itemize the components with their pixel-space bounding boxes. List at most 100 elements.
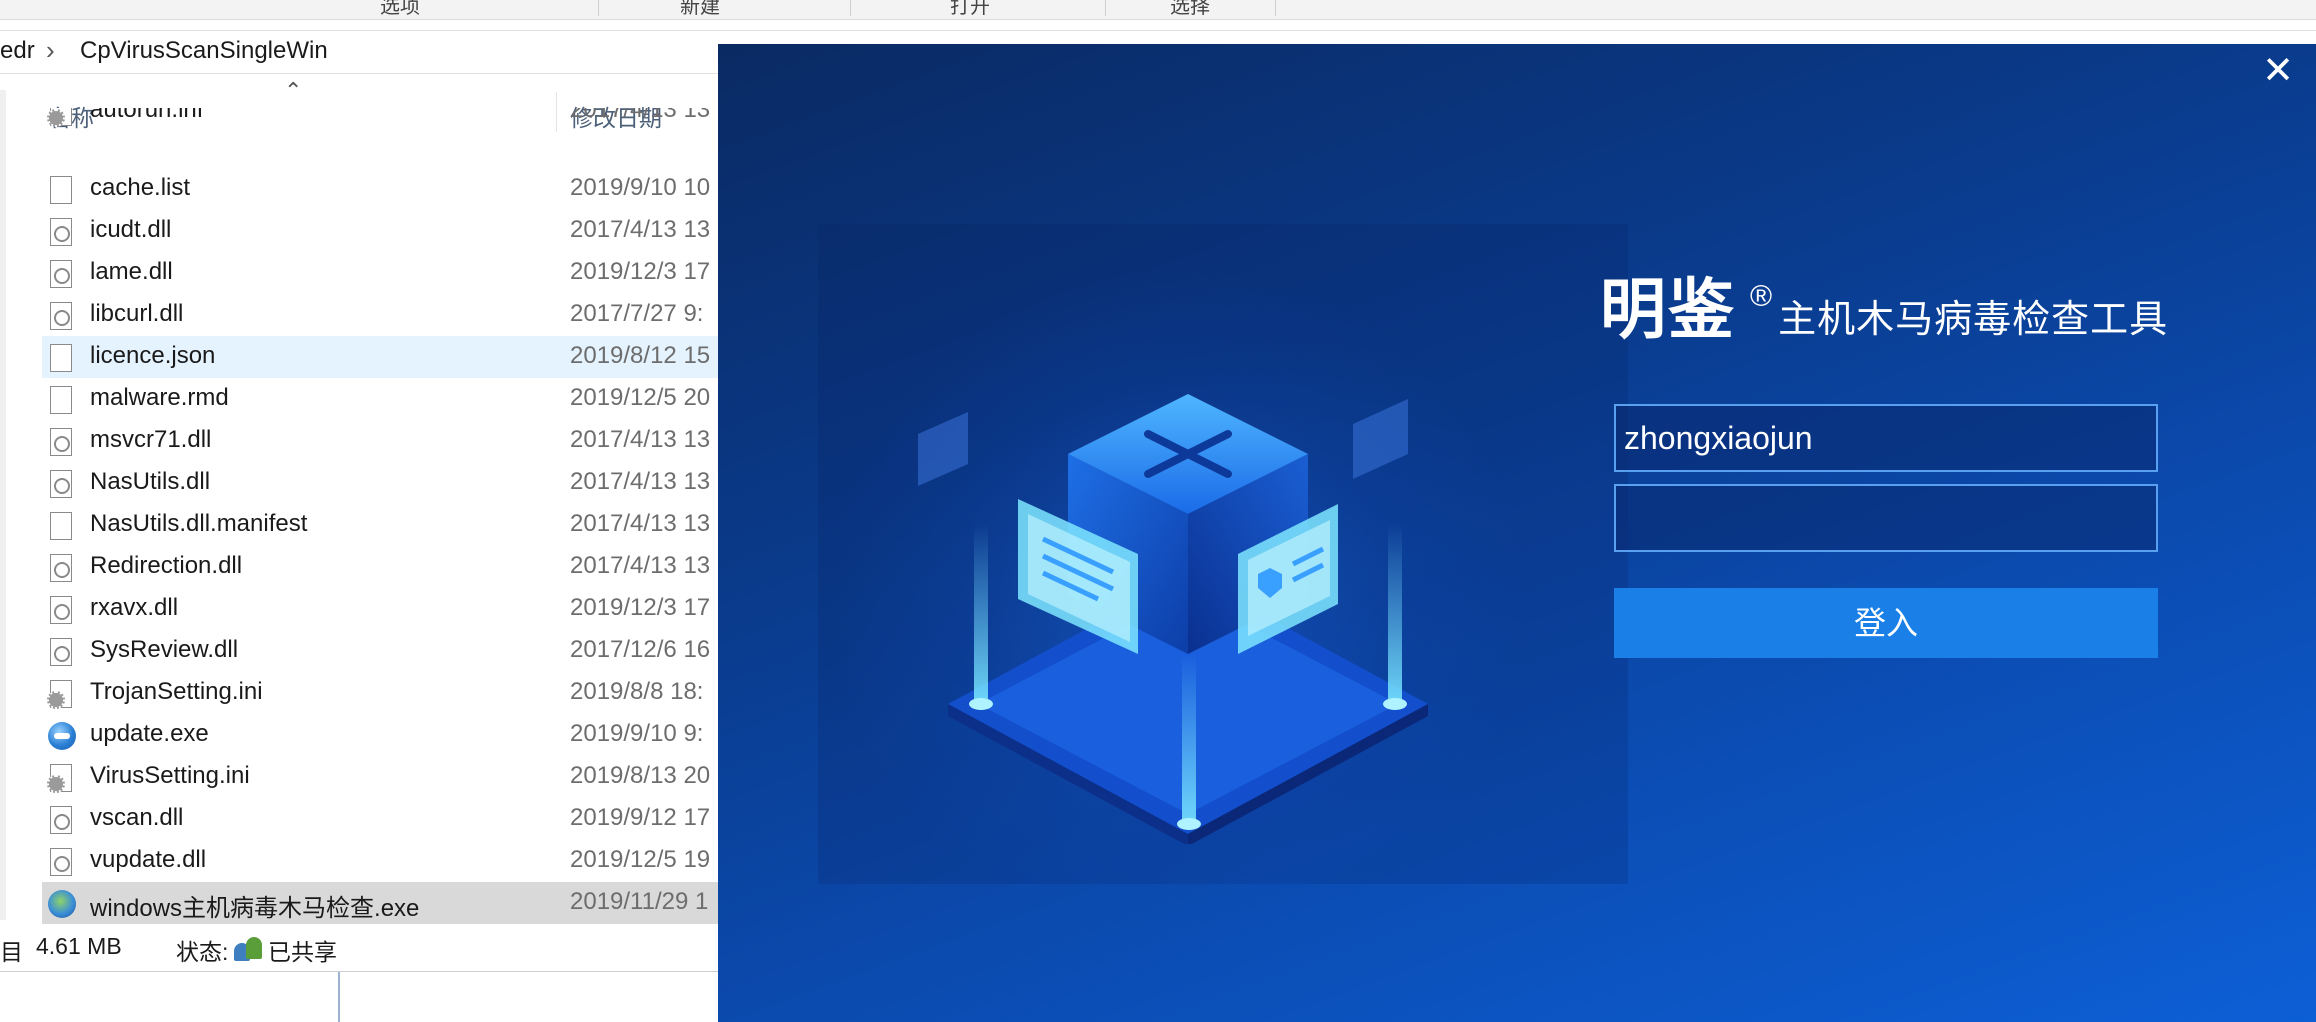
file-date: 2019/12/5 20 bbox=[570, 384, 711, 411]
status-state-label: 状态: bbox=[176, 939, 229, 965]
dll-icon bbox=[50, 260, 72, 288]
dll-icon bbox=[50, 848, 72, 876]
file-row[interactable]: cache.list 2019/9/10 10 bbox=[42, 168, 762, 210]
file-name: autorun.inf bbox=[90, 108, 204, 123]
breadcrumb-current[interactable]: CpVirusScanSingleWin bbox=[80, 37, 328, 65]
file-row[interactable]: malware.rmd 2019/12/5 20 bbox=[42, 378, 762, 420]
file-date: 2019/9/10 9: bbox=[570, 720, 704, 747]
file-name: libcurl.dll bbox=[90, 300, 184, 327]
dll-icon bbox=[50, 554, 72, 582]
dll-icon bbox=[50, 302, 72, 330]
dll-icon bbox=[50, 218, 72, 246]
file-icon bbox=[50, 176, 72, 204]
ribbon-divider bbox=[1275, 0, 1276, 16]
file-date: 2017/4/13 13 bbox=[570, 552, 711, 579]
file-name: NasUtils.dll bbox=[90, 468, 211, 495]
file-row[interactable]: autorun.inf 2017/4/13 13 bbox=[42, 108, 762, 134]
username-field[interactable] bbox=[1614, 404, 2158, 472]
ribbon-option[interactable]: 选项 bbox=[380, 0, 420, 19]
dll-icon bbox=[50, 596, 72, 624]
product-subtitle: 主机木马病毒检查工具 bbox=[1778, 297, 2169, 341]
file-row[interactable]: SysReview.dll 2017/12/6 16 bbox=[42, 630, 762, 672]
file-date: 2017/4/13 13 bbox=[570, 108, 711, 123]
file-row[interactable]: update.exe 2019/9/10 9: bbox=[42, 714, 762, 756]
file-date: 2017/4/13 13 bbox=[570, 468, 711, 495]
file-name: TrojanSetting.ini bbox=[90, 678, 263, 705]
nav-pane-edge bbox=[0, 90, 6, 920]
file-name: licence.json bbox=[90, 342, 216, 369]
file-row[interactable]: vscan.dll 2019/9/12 17 bbox=[42, 798, 762, 840]
file-row[interactable]: msvcr71.dll 2017/4/13 13 bbox=[42, 420, 762, 462]
file-date: 2017/4/13 13 bbox=[570, 426, 711, 453]
ini-icon bbox=[47, 108, 72, 127]
product-title: 明鉴 ®主机木马病毒检查工具 bbox=[1600, 256, 2168, 352]
file-row[interactable]: vupdate.dll 2019/12/5 19 bbox=[42, 840, 762, 882]
security-cube-illustration bbox=[918, 394, 1428, 844]
ribbon-open[interactable]: 打开 bbox=[950, 0, 990, 19]
file-date: 2019/8/13 20 bbox=[570, 762, 711, 789]
file-row[interactable]: icudt.dll 2017/4/13 13 bbox=[42, 210, 762, 252]
file-name: windows主机病毒木马检查.exe bbox=[90, 895, 420, 922]
window-below bbox=[0, 971, 760, 1022]
file-name: msvcr71.dll bbox=[90, 426, 212, 453]
close-icon[interactable]: ✕ bbox=[2262, 48, 2294, 93]
status-bar: 目 4.61 MB 状态: 已共享 bbox=[0, 925, 760, 971]
file-row-selected[interactable]: licence.json 2019/8/12 15 bbox=[42, 336, 762, 378]
chevron-right-icon: › bbox=[46, 35, 55, 65]
ribbon-new[interactable]: 新建 bbox=[680, 0, 720, 19]
registered-mark: ® bbox=[1750, 280, 1773, 313]
file-row[interactable]: rxavx.dll 2019/12/3 17 bbox=[42, 588, 762, 630]
username-input[interactable] bbox=[1616, 406, 2156, 470]
file-date: 2019/8/12 15 bbox=[570, 342, 711, 369]
brand-name: 明鉴 bbox=[1600, 271, 1736, 348]
file-name: rxavx.dll bbox=[90, 594, 179, 621]
ribbon-divider bbox=[850, 0, 851, 16]
password-field[interactable] bbox=[1614, 484, 2158, 552]
file-row[interactable]: NasUtils.dll 2017/4/13 13 bbox=[42, 462, 762, 504]
file-row[interactable]: VirusSetting.ini 2019/8/13 20 bbox=[42, 756, 762, 798]
file-name: update.exe bbox=[90, 720, 209, 747]
file-date: 2017/4/13 13 bbox=[570, 216, 711, 243]
file-row[interactable]: TrojanSetting.ini 2019/8/8 18: bbox=[42, 672, 762, 714]
shared-users-icon bbox=[234, 937, 262, 961]
file-date: 2019/9/12 17 bbox=[570, 804, 711, 831]
file-date: 2017/4/13 13 bbox=[570, 510, 711, 537]
file-name: Redirection.dll bbox=[90, 552, 243, 579]
file-row-highlighted[interactable]: windows主机病毒木马检查.exe 2019/11/29 1 bbox=[42, 882, 762, 924]
text-cursor-line bbox=[338, 972, 340, 1022]
ribbon-divider bbox=[598, 0, 599, 16]
ribbon-select[interactable]: 选择 bbox=[1170, 0, 1210, 19]
file-date: 2019/8/8 18: bbox=[570, 678, 704, 705]
ribbon-divider bbox=[1105, 0, 1106, 16]
ini-icon bbox=[47, 764, 72, 793]
exe-icon bbox=[48, 722, 76, 750]
sort-ascending-icon: ⌃ bbox=[284, 78, 303, 103]
file-row[interactable]: Redirection.dll 2017/4/13 13 bbox=[42, 546, 762, 588]
password-input[interactable] bbox=[1616, 486, 2156, 550]
file-name: icudt.dll bbox=[90, 216, 172, 243]
status-size: 4.61 MB bbox=[36, 933, 122, 959]
file-date: 2019/12/5 19 bbox=[570, 846, 711, 873]
dll-icon bbox=[50, 428, 72, 456]
file-date: 2017/12/6 16 bbox=[570, 636, 711, 663]
file-row[interactable]: lame.dll 2019/12/3 17 bbox=[42, 252, 762, 294]
file-date: 2017/7/27 9: bbox=[570, 300, 704, 327]
file-name: malware.rmd bbox=[90, 384, 229, 411]
file-name: vupdate.dll bbox=[90, 846, 207, 873]
file-icon bbox=[50, 386, 72, 414]
globe-exe-icon bbox=[48, 890, 76, 918]
status-items-label: 目 bbox=[0, 939, 23, 965]
file-icon bbox=[50, 344, 72, 372]
file-name: NasUtils.dll.manifest bbox=[90, 510, 308, 537]
file-row[interactable]: NasUtils.dll.manifest 2017/4/13 13 bbox=[42, 504, 762, 546]
login-dialog: ✕ 明鉴 ®主机木马病毒检查工具 登入 bbox=[718, 44, 2316, 1022]
dll-icon bbox=[50, 638, 72, 666]
file-name: vscan.dll bbox=[90, 804, 184, 831]
file-row[interactable]: libcurl.dll 2017/7/27 9: bbox=[42, 294, 762, 336]
status-shared: 已共享 bbox=[268, 939, 337, 965]
breadcrumb-parent[interactable]: edr bbox=[0, 37, 35, 65]
file-date: 2019/12/3 17 bbox=[570, 258, 711, 285]
ini-icon bbox=[47, 680, 72, 709]
dll-icon bbox=[50, 470, 72, 498]
login-button[interactable]: 登入 bbox=[1614, 588, 2158, 658]
